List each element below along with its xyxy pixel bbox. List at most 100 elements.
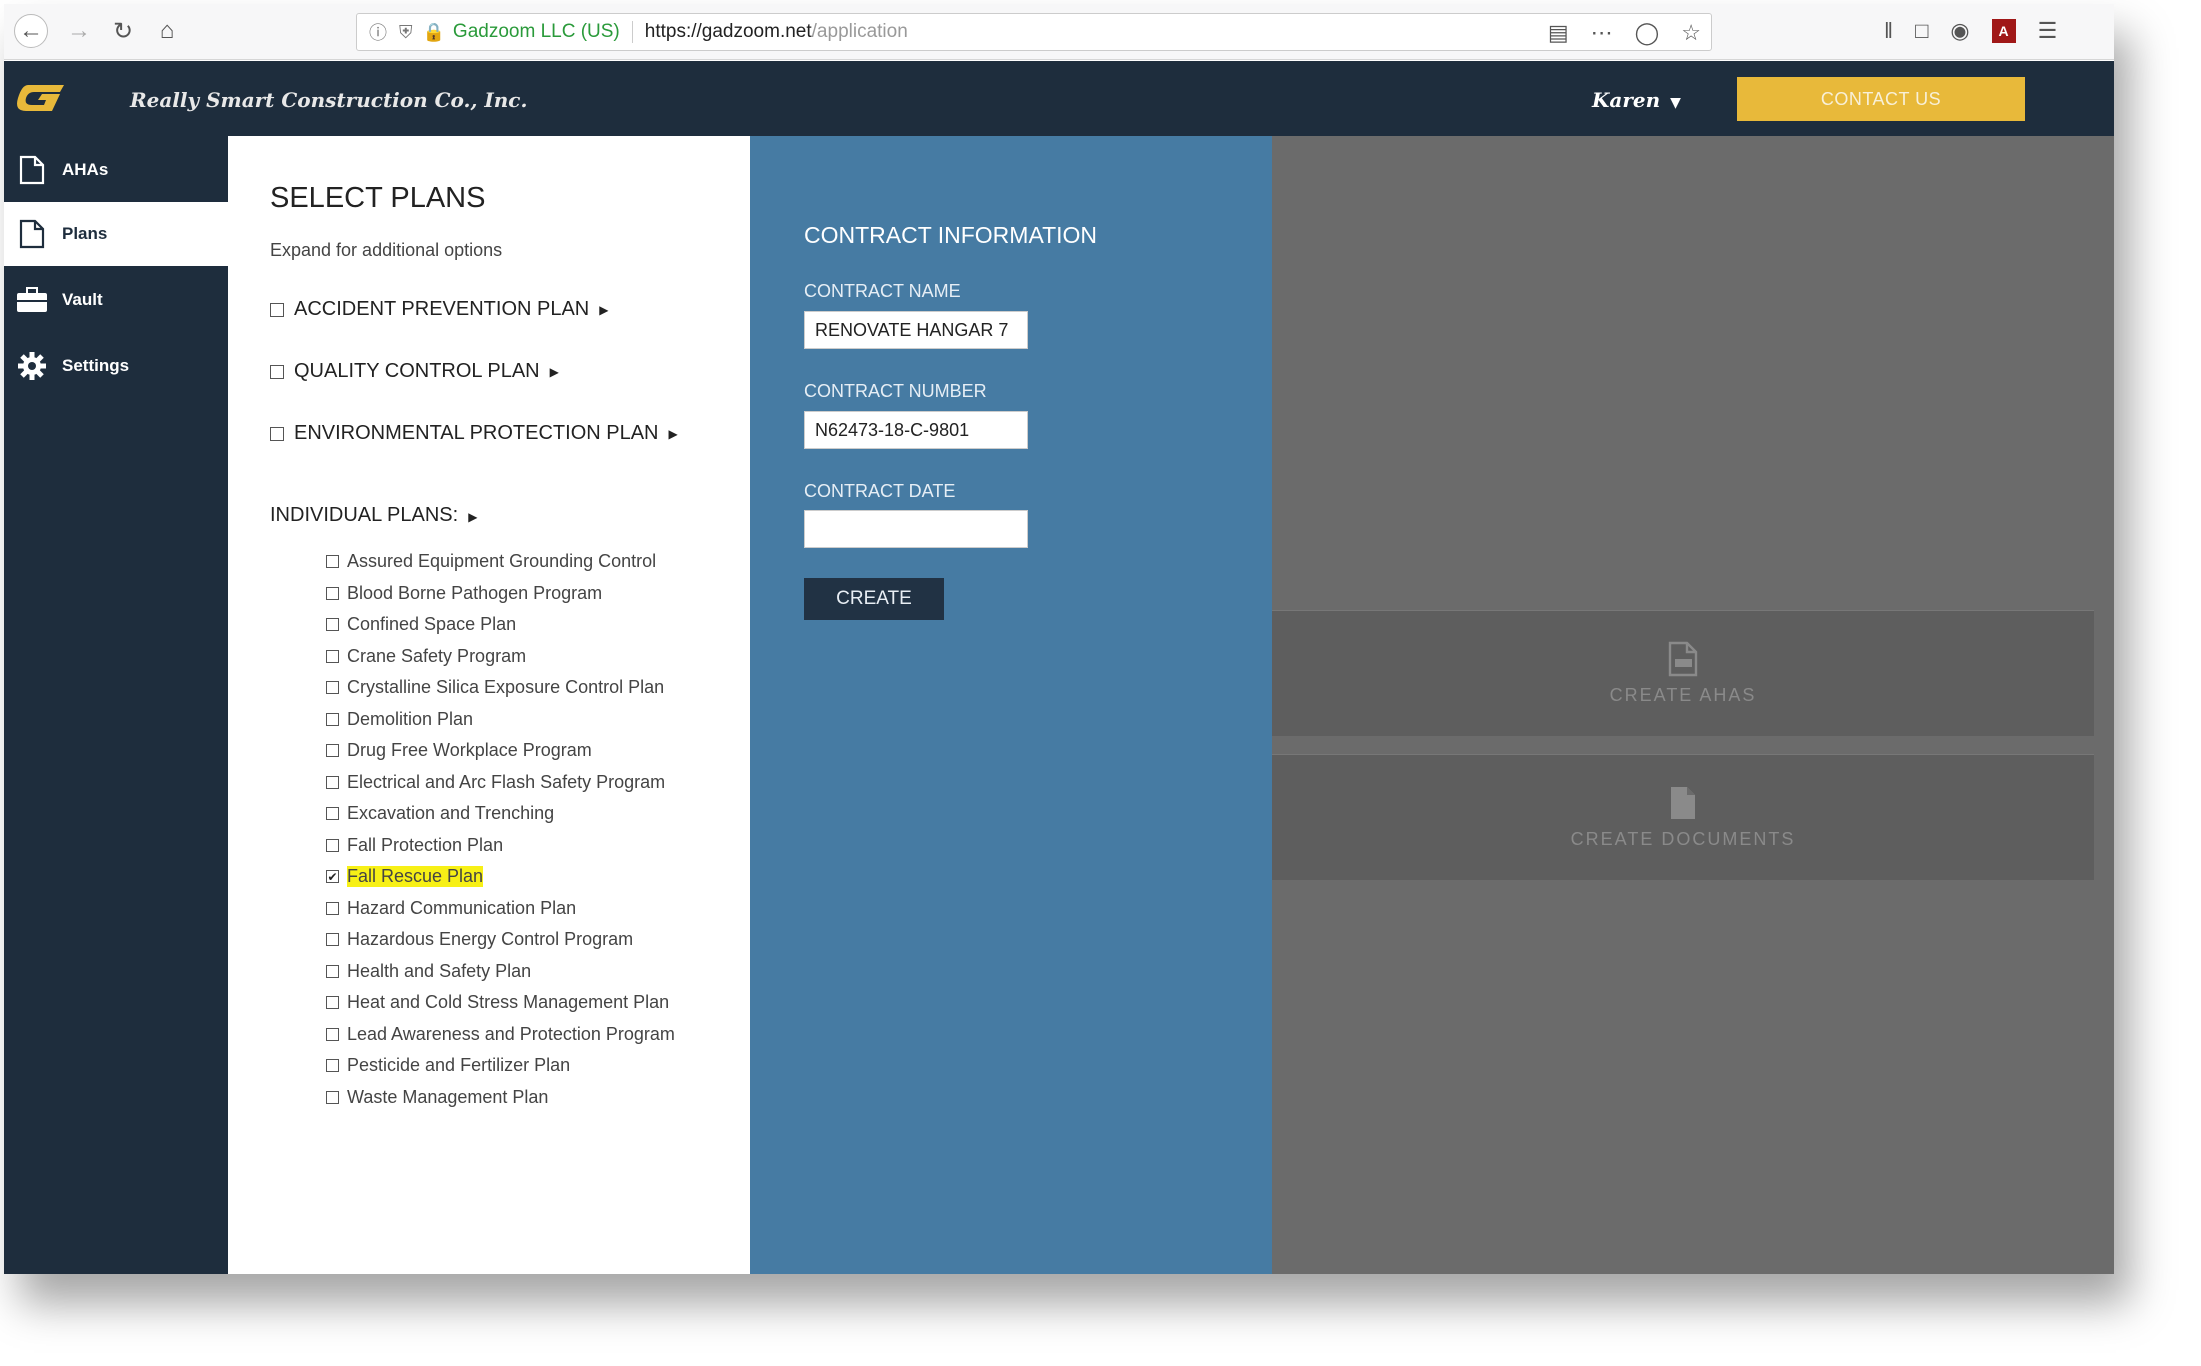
checkbox[interactable]: [270, 364, 284, 379]
individual-plan-item[interactable]: Crystalline Silica Exposure Control Plan: [326, 672, 675, 704]
plan-label: Blood Borne Pathogen Program: [347, 582, 603, 603]
contract-title: CONTRACT INFORMATION: [804, 222, 1098, 248]
checkbox[interactable]: [326, 996, 339, 1010]
document-icon: [16, 154, 48, 186]
individual-plan-item[interactable]: Demolition Plan: [326, 704, 675, 736]
checkbox[interactable]: [326, 618, 339, 632]
sidebar-item-plans[interactable]: Plans: [4, 202, 228, 266]
expand-arrow-icon[interactable]: ▶: [669, 427, 678, 441]
checkbox[interactable]: [326, 964, 339, 978]
checkbox[interactable]: [326, 681, 339, 695]
sidebar-item-label: AHAs: [62, 160, 109, 179]
individual-plan-item[interactable]: Drug Free Workplace Program: [326, 735, 675, 767]
checkbox[interactable]: [326, 933, 339, 947]
site-identity: Gadzoom LLC (US): [452, 21, 620, 42]
sidebar: AHAs Plans Vault Settings: [4, 136, 228, 1274]
plan-accident-prevention[interactable]: ACCIDENT PREVENTION PLAN ▶: [270, 298, 608, 321]
checkbox[interactable]: [326, 1027, 339, 1041]
create-documents-label: CREATE DOCUMENTS: [1570, 829, 1796, 849]
plan-label: Hazardous Energy Control Program: [347, 929, 634, 950]
create-ahas-tile[interactable]: CREATE AHAS: [1272, 610, 2094, 736]
pdf-extension-icon[interactable]: A: [1991, 19, 2016, 43]
create-button[interactable]: CREATE: [804, 578, 944, 620]
contract-name-input[interactable]: [804, 311, 1028, 349]
url-path: /application: [811, 21, 908, 42]
plan-label: Fall Protection Plan: [347, 834, 504, 855]
plan-label: Excavation and Trenching: [347, 803, 555, 824]
bookmark-star-icon[interactable]: ☆: [1681, 20, 1701, 46]
plan-label: Confined Space Plan: [347, 614, 517, 635]
contract-number-label: CONTRACT NUMBER: [804, 381, 987, 401]
expand-arrow-icon[interactable]: ▶: [599, 303, 608, 317]
checkbox[interactable]: [326, 901, 339, 915]
checkbox[interactable]: [326, 586, 339, 600]
individual-plan-item[interactable]: Health and Safety Plan: [326, 956, 675, 988]
checkbox[interactable]: [326, 555, 339, 569]
aha-document-icon: [1668, 641, 1698, 677]
checkbox[interactable]: [270, 426, 284, 441]
individual-plan-item[interactable]: Crane Safety Program: [326, 641, 675, 673]
individual-plan-item[interactable]: Assured Equipment Grounding Control: [326, 546, 675, 578]
checkbox-checked[interactable]: ✔: [326, 870, 339, 884]
checkbox[interactable]: [326, 744, 339, 758]
individual-plan-item[interactable]: Fall Protection Plan: [326, 830, 675, 862]
shield-icon[interactable]: ⛨: [399, 22, 413, 43]
actions-area: CREATE AHAS CREATE DOCUMENTS: [1272, 136, 2114, 1274]
plan-label: Pesticide and Fertilizer Plan: [347, 1055, 571, 1076]
menu-icon[interactable]: ☰: [2038, 18, 2058, 44]
individual-plan-item[interactable]: Excavation and Trenching: [326, 798, 675, 830]
checkbox[interactable]: [326, 1090, 339, 1104]
reader-view-icon[interactable]: ▤: [1548, 20, 1569, 46]
individual-plan-item[interactable]: Hazard Communication Plan: [326, 893, 675, 925]
plan-environmental-protection[interactable]: ENVIRONMENTAL PROTECTION PLAN ▶: [270, 422, 678, 445]
contract-date-input[interactable]: [804, 510, 1028, 548]
plan-label: Health and Safety Plan: [347, 960, 532, 981]
account-icon[interactable]: ◉: [1950, 18, 1969, 44]
checkbox[interactable]: [326, 712, 339, 726]
expand-arrow-icon[interactable]: ▶: [550, 365, 559, 379]
home-button[interactable]: ⌂: [150, 14, 184, 48]
sidebar-item-ahas[interactable]: AHAs: [4, 138, 228, 202]
contact-us-button[interactable]: CONTACT US: [1737, 77, 2025, 121]
checkbox[interactable]: [326, 807, 339, 821]
pocket-icon[interactable]: ◯: [1635, 20, 1660, 46]
checkbox[interactable]: [270, 302, 284, 317]
plan-label: Demolition Plan: [347, 708, 474, 729]
checkbox[interactable]: [326, 1059, 339, 1073]
sidebar-toggle-icon[interactable]: □: [1915, 18, 1928, 44]
individual-plan-item[interactable]: Confined Space Plan: [326, 609, 675, 641]
info-icon[interactable]: ⓘ: [369, 19, 387, 45]
individual-plan-item[interactable]: ✔ Fall Rescue Plan: [326, 861, 675, 893]
individual-plan-item[interactable]: Lead Awareness and Protection Program: [326, 1019, 675, 1051]
create-documents-tile[interactable]: CREATE DOCUMENTS: [1272, 754, 2094, 880]
individual-plan-item[interactable]: Waste Management Plan: [326, 1082, 675, 1114]
back-button[interactable]: ←: [14, 14, 48, 48]
contract-number-input[interactable]: [804, 411, 1028, 449]
checkbox[interactable]: [326, 649, 339, 663]
forward-button[interactable]: →: [62, 14, 96, 48]
library-icon[interactable]: ‖: [1884, 18, 1893, 44]
app-header: Really Smart Construction Co., Inc. Kare…: [4, 61, 2114, 136]
sidebar-item-vault[interactable]: Vault: [4, 268, 228, 332]
sidebar-item-label: Plans: [62, 224, 108, 243]
plan-label: Crane Safety Program: [347, 645, 527, 666]
more-actions-icon[interactable]: ⋯: [1591, 20, 1613, 46]
individual-plan-item[interactable]: Electrical and Arc Flash Safety Program: [326, 767, 675, 799]
expand-arrow-icon[interactable]: ▶: [468, 510, 477, 524]
individual-plans-heading[interactable]: INDIVIDUAL PLANS: ▶: [270, 504, 477, 527]
sidebar-item-settings[interactable]: Settings: [4, 334, 228, 398]
individual-plan-item[interactable]: Hazardous Energy Control Program: [326, 924, 675, 956]
sidebar-item-label: Vault: [62, 290, 103, 309]
gadzoom-logo-icon[interactable]: [14, 81, 70, 115]
individual-plan-item[interactable]: Heat and Cold Stress Management Plan: [326, 987, 675, 1019]
plan-label: QUALITY CONTROL PLAN: [294, 360, 540, 382]
checkbox[interactable]: [326, 775, 339, 789]
checkbox[interactable]: [326, 838, 339, 852]
user-menu[interactable]: Karen ▼: [1592, 88, 1681, 112]
individual-plan-item[interactable]: Pesticide and Fertilizer Plan: [326, 1050, 675, 1082]
individual-plan-item[interactable]: Blood Borne Pathogen Program: [326, 578, 675, 610]
reload-button[interactable]: ↻: [106, 14, 140, 48]
sidebar-item-label: Settings: [62, 356, 130, 375]
plan-quality-control[interactable]: QUALITY CONTROL PLAN ▶: [270, 360, 559, 383]
url-bar[interactable]: ⓘ ⛨ 🔒 Gadzoom LLC (US) https://gadzoom.n…: [356, 13, 1712, 51]
